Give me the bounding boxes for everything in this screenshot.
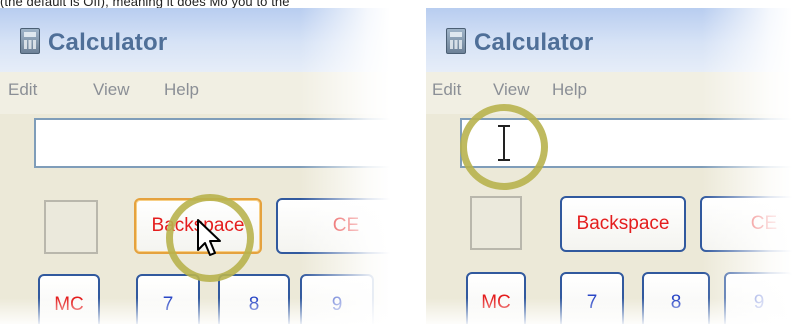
menu-edit[interactable]: Edit <box>432 80 461 100</box>
window-title: Calculator <box>474 29 594 56</box>
ce-button[interactable]: CE <box>700 196 792 252</box>
i-beam-icon <box>498 125 510 161</box>
seven-button[interactable]: 7 <box>560 272 624 324</box>
menu-edit[interactable]: Edit <box>8 80 37 100</box>
menu-view[interactable]: View <box>93 80 130 100</box>
ce-button[interactable]: CE <box>276 198 390 254</box>
menu-bar: Edit View Help <box>0 72 390 114</box>
menu-view[interactable]: View <box>493 80 530 100</box>
eight-button[interactable]: 8 <box>642 272 710 324</box>
memory-indicator <box>470 196 522 250</box>
menu-help[interactable]: Help <box>164 80 199 100</box>
title-bar: Calculator <box>426 8 792 72</box>
caption-text: (the default is Off), meaning it does Mo… <box>0 0 290 8</box>
arrow-pointer-icon <box>197 219 221 256</box>
nine-button[interactable]: 9 <box>300 274 374 324</box>
mc-button[interactable]: MC <box>466 272 526 324</box>
eight-button[interactable]: 8 <box>218 274 290 324</box>
calculator-window-right: Calculator Edit View Help Backspace CE M… <box>426 8 792 324</box>
mc-button[interactable]: MC <box>38 274 100 324</box>
calculator-window-left: Calculator Edit View Help Backspace CE M… <box>0 8 390 324</box>
backspace-button[interactable]: Backspace <box>560 196 686 252</box>
menu-help[interactable]: Help <box>552 80 587 100</box>
menu-bar: Edit View Help <box>426 72 792 114</box>
display-field[interactable] <box>34 118 390 168</box>
calculator-icon <box>446 28 466 54</box>
memory-indicator <box>44 200 98 254</box>
calculator-icon <box>20 28 40 54</box>
title-bar: Calculator <box>0 8 390 72</box>
window-title: Calculator <box>48 29 168 56</box>
nine-button[interactable]: 9 <box>724 272 792 324</box>
seven-button[interactable]: 7 <box>136 274 200 324</box>
